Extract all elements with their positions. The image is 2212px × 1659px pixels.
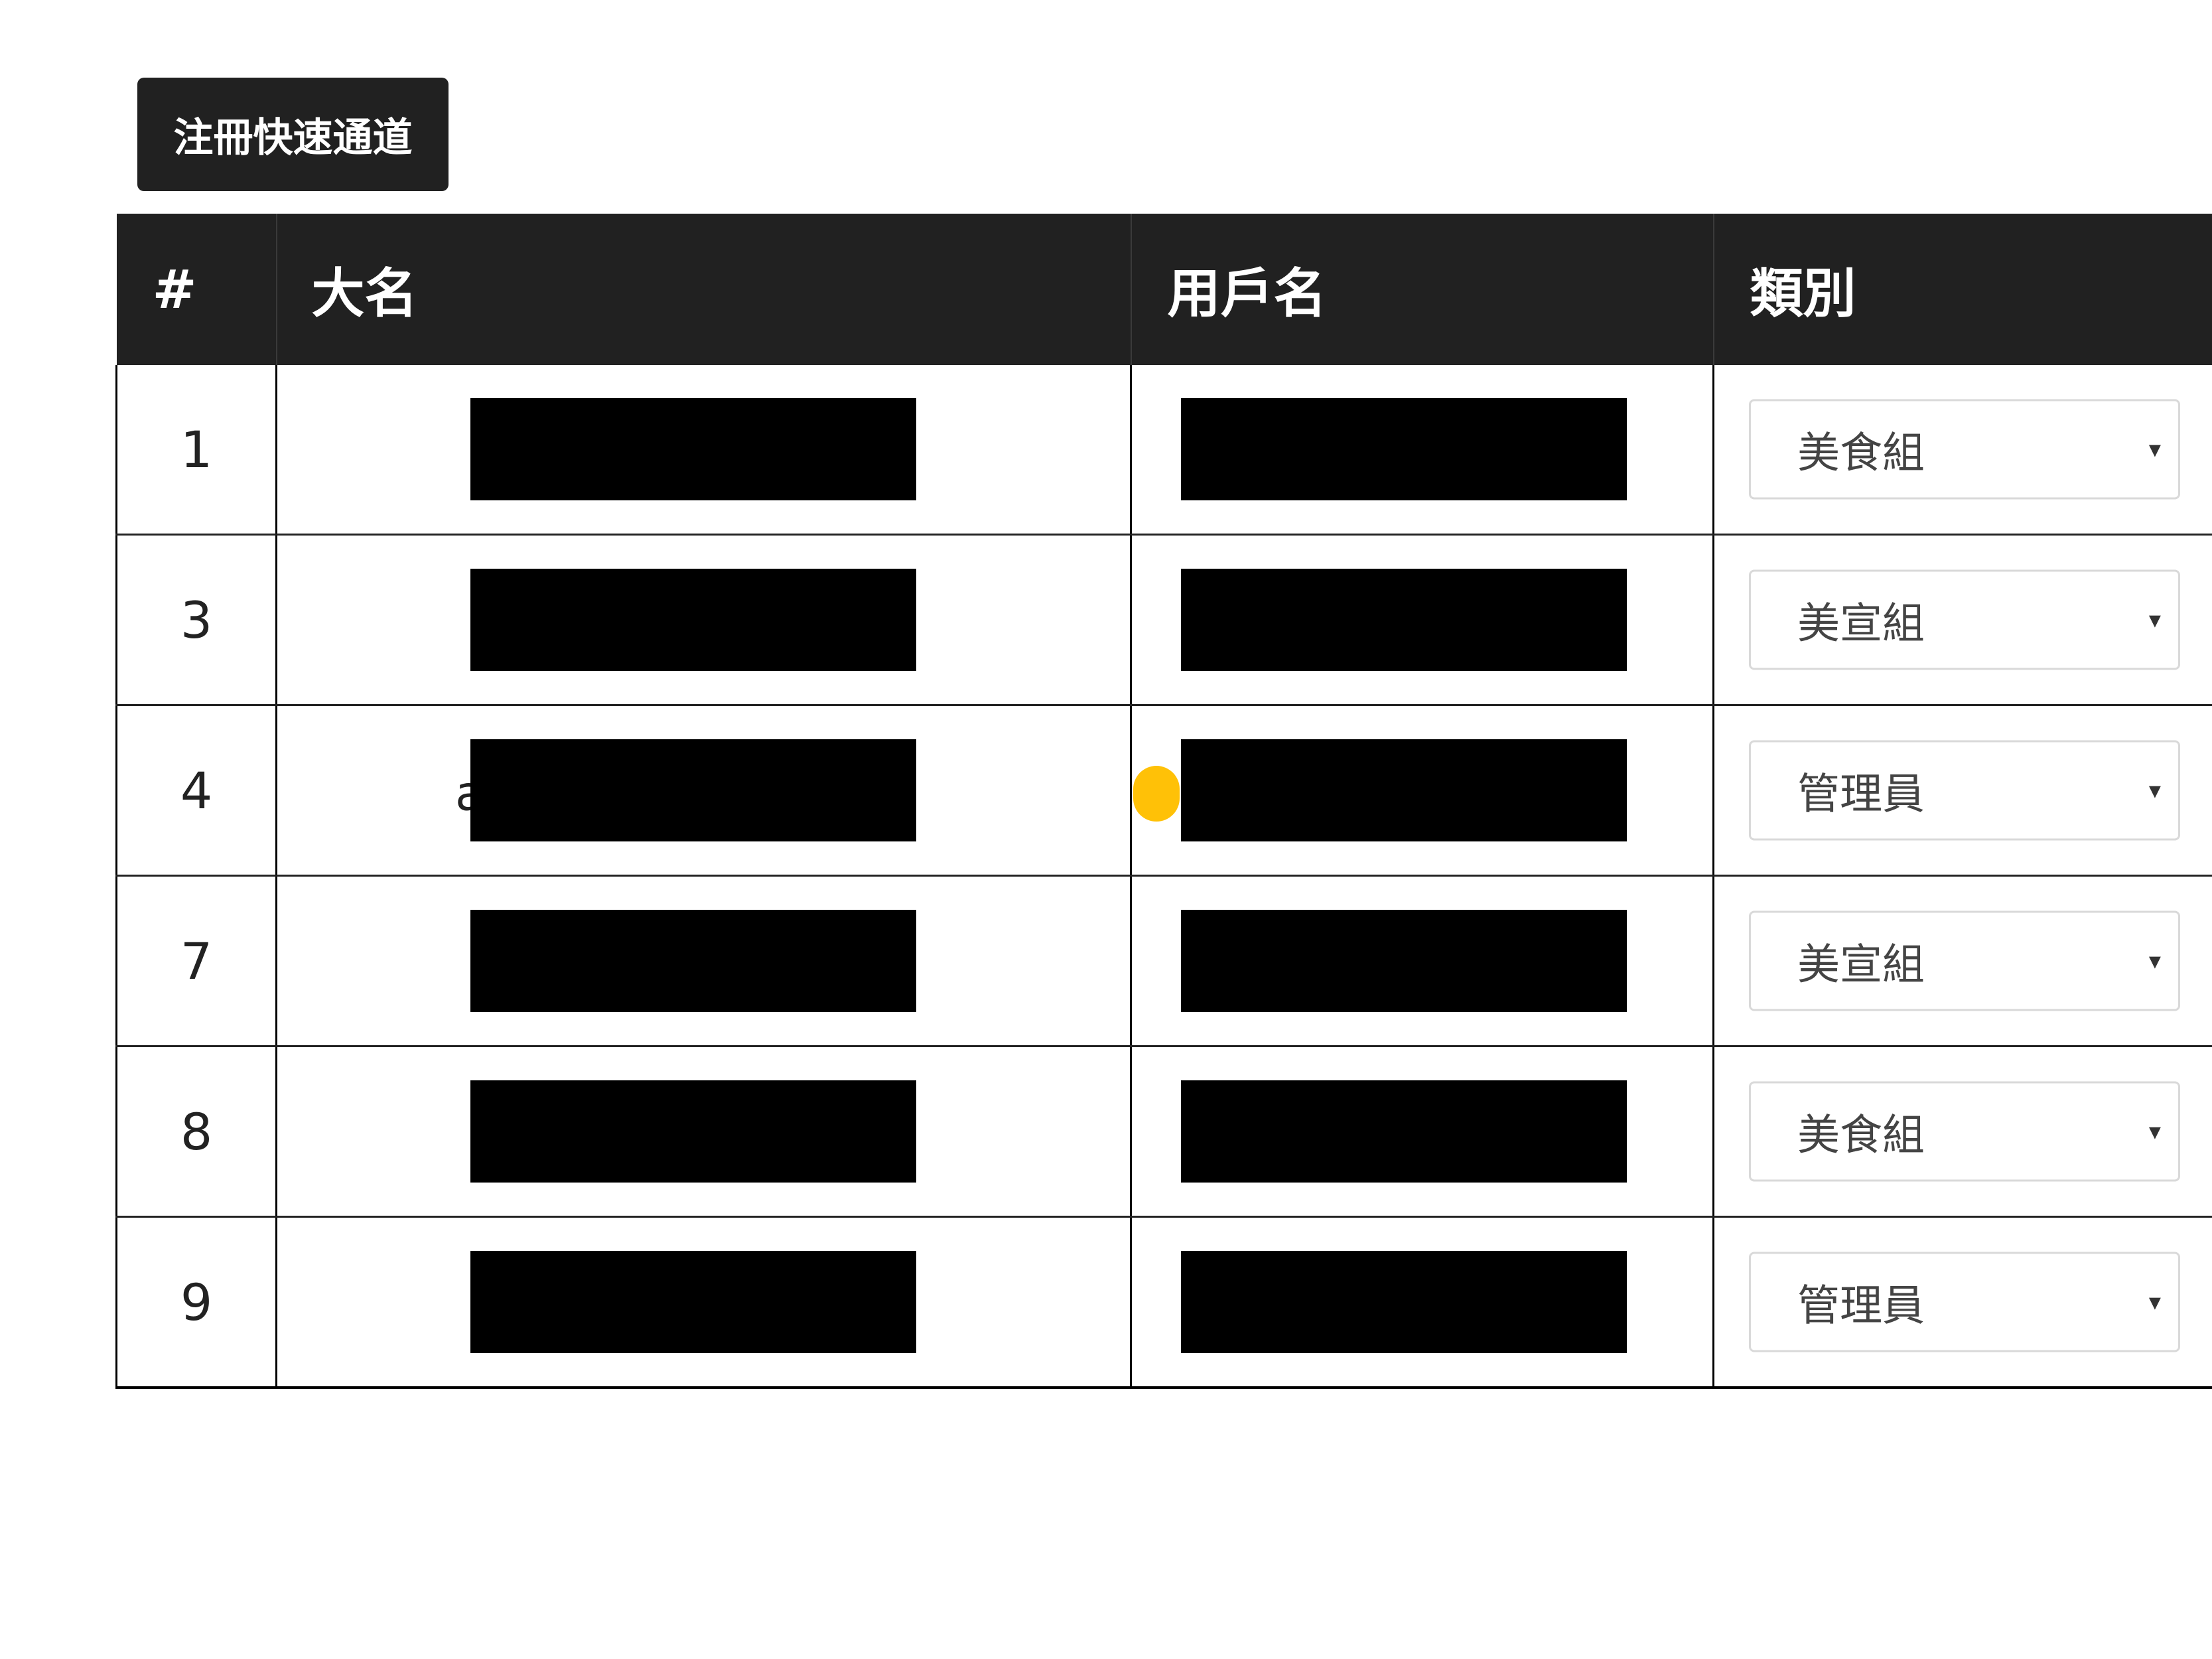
table-row: 7 美宣組 ▾ (115, 875, 2212, 1047)
role-select-value: 美宣組 (1797, 940, 1925, 989)
user-table: # 大名 用戶名 類別 1 美食組 ▾ 3 美宣組 ▾ 4 管理員 ▾ 7 美宣… (115, 214, 2212, 1389)
username-cell (1130, 705, 1714, 877)
role-select[interactable]: 管理員 ▾ (1749, 740, 2180, 841)
row-number: 8 (115, 1046, 277, 1218)
name-cell (275, 1216, 1131, 1389)
redaction-block (470, 569, 916, 671)
redaction-block (470, 1080, 916, 1183)
row-number: 1 (115, 365, 277, 536)
redaction-block (1181, 398, 1627, 500)
dropdown-caret-icon: ▾ (2148, 435, 2161, 463)
redaction-block (1181, 739, 1627, 841)
username-cell (1130, 534, 1714, 706)
role-cell: 美食組 ▾ (1712, 365, 2212, 536)
redaction-block (1181, 910, 1627, 1012)
row-number: 9 (115, 1216, 277, 1389)
role-select-value: 管理員 (1797, 1281, 1925, 1331)
redaction-block (470, 1251, 916, 1353)
dropdown-caret-icon: ▾ (2148, 776, 2161, 804)
role-select-value: 美宣組 (1797, 599, 1925, 648)
role-cell: 美宣組 ▾ (1712, 534, 2212, 706)
name-cell (275, 365, 1131, 536)
redaction-block (470, 398, 916, 500)
name-cell (275, 875, 1131, 1047)
name-cell (275, 1046, 1131, 1218)
dropdown-caret-icon: ▾ (2148, 1118, 2161, 1145)
redaction-block (1181, 569, 1627, 671)
table-row: 1 美食組 ▾ (115, 365, 2212, 536)
role-cell: 美宣組 ▾ (1712, 875, 2212, 1047)
role-select[interactable]: 管理員 ▾ (1749, 1252, 2180, 1352)
column-header-name: 大名 (275, 214, 1131, 365)
redaction-block (470, 739, 916, 841)
table-header-row: # 大名 用戶名 類別 (116, 214, 2212, 365)
role-select-value: 美食組 (1797, 1111, 1925, 1160)
name-cell (275, 534, 1131, 706)
username-cell (1130, 875, 1714, 1047)
table-row: 3 美宣組 ▾ (115, 534, 2212, 706)
column-header-username: 用戶名 (1130, 214, 1714, 365)
username-cell (1130, 1046, 1714, 1218)
dropdown-caret-icon: ▾ (2148, 606, 2161, 634)
row-number: 4 (115, 705, 277, 877)
role-select[interactable]: 美食組 ▾ (1749, 399, 2180, 500)
role-select-value: 美食組 (1797, 429, 1925, 478)
redaction-block (470, 910, 916, 1012)
column-header-role: 類別 (1712, 214, 2212, 365)
role-select[interactable]: 美宣組 ▾ (1749, 569, 2180, 670)
table-row: 4 a 管理員 ▾ (115, 705, 2212, 877)
row-number: 7 (115, 875, 277, 1047)
role-cell: 管理員 ▾ (1712, 1216, 2212, 1389)
username-cell (1130, 1216, 1714, 1389)
role-select-value: 管理員 (1797, 770, 1925, 819)
row-number: 3 (115, 534, 277, 706)
table-row: 8 美食組 ▾ (115, 1046, 2212, 1218)
name-cell: a (275, 705, 1180, 877)
table-row: 9 管理員 ▾ (115, 1216, 2212, 1389)
redaction-block (1181, 1251, 1627, 1353)
dropdown-caret-icon: ▾ (2148, 947, 2161, 975)
column-header-number: # (116, 214, 277, 365)
username-cell (1130, 365, 1714, 536)
role-select[interactable]: 美宣組 ▾ (1749, 910, 2180, 1011)
role-cell: 管理員 ▾ (1712, 705, 2212, 877)
role-cell: 美食組 ▾ (1712, 1046, 2212, 1218)
register-shortcut-button[interactable]: 注冊快速通道 (137, 78, 449, 191)
role-select[interactable]: 美食組 ▾ (1749, 1081, 2180, 1182)
redaction-block (1181, 1080, 1627, 1183)
dropdown-caret-icon: ▾ (2148, 1288, 2161, 1316)
